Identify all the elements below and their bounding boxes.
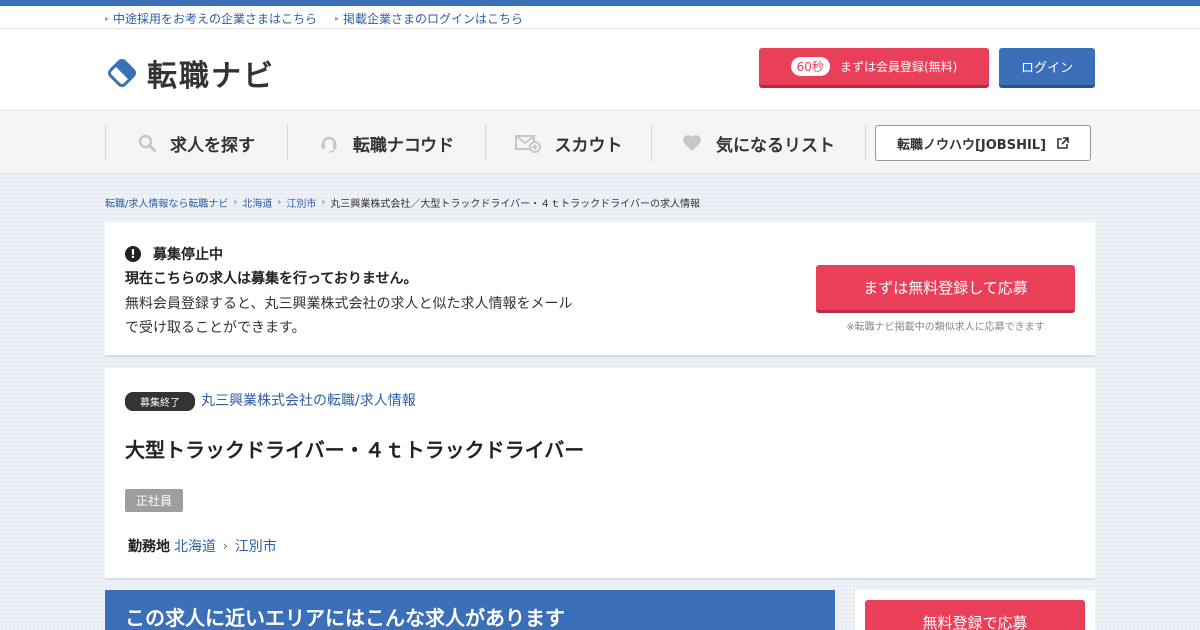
location-label: 勤務地: [128, 539, 170, 555]
external-link-icon: [1057, 136, 1069, 149]
nav-item-label: スカウト: [554, 135, 623, 156]
nav-item-label: 求人を探す: [170, 135, 255, 156]
nav-item-label: 気になるリスト: [716, 135, 835, 156]
nearby-jobs-heading: この求人に近いエリアにはこんな求人があります: [105, 590, 835, 630]
nav-item-favorites[interactable]: 気になるリスト: [651, 125, 865, 161]
location-city-link[interactable]: 江別市: [235, 536, 277, 556]
corporate-recruit-link[interactable]: ▸ 中途採用をお考えの企業さまはこちら: [105, 10, 317, 27]
sidebar-apply-label: 無料登録で応募: [922, 614, 1028, 630]
chevron-right-icon: ▸: [335, 14, 340, 23]
apply-label: まずは無料登録して応募: [863, 279, 1028, 297]
nav-item-job-search[interactable]: 求人を探す: [105, 125, 287, 161]
sidebar-register-apply-button[interactable]: 無料登録で応募: [865, 600, 1085, 630]
heart-icon: [683, 135, 701, 151]
employment-type-badge: 正社員: [125, 489, 184, 512]
login-button[interactable]: ログイン: [999, 48, 1095, 88]
breadcrumb-current: 丸三興業株式会社／大型トラックドライバー・４ｔトラックドライバーの求人情報: [330, 199, 700, 210]
chevron-right-icon: ›: [233, 197, 238, 208]
nav-item-scout[interactable]: スカウト: [485, 125, 651, 161]
chevron-right-icon: ›: [321, 197, 326, 208]
register-label: まずは会員登録(無料): [839, 60, 958, 74]
nav-divider: [865, 125, 866, 161]
logo-text: 転職ナビ: [147, 59, 275, 94]
breadcrumb-home[interactable]: 転職/求人情報なら転職ナビ: [105, 195, 228, 210]
exclamation-icon: !: [125, 246, 141, 262]
utility-bar: ▸ 中途採用をお考えの企業さまはこちら ▸ 掲載企業さまのログインはこちら: [0, 6, 1200, 29]
corporate-login-link[interactable]: ▸ 掲載企業さまのログインはこちら: [335, 10, 523, 27]
jobshil-label: 転職ノウハウ[JOBSHIL]: [896, 137, 1047, 153]
site-logo[interactable]: 転職ナビ: [105, 51, 275, 95]
nav-item-label: 転職ナコウド: [352, 135, 455, 156]
notice-body-text: 無料会員登録すると、丸三興業株式会社の求人と似た求人情報をメールで受け取ることが…: [125, 296, 573, 336]
jobshil-link-button[interactable]: 転職ノウハウ[JOBSHIL]: [875, 125, 1091, 161]
corporate-recruit-label: 中途採用をお考えの企業さまはこちら: [113, 12, 318, 26]
headset-icon: [321, 136, 337, 153]
login-label: ログイン: [1020, 61, 1073, 76]
breadcrumb: 転職/求人情報なら転職ナビ › 北海道 › 江別市 › 丸三興業株式会社／大型ト…: [105, 195, 700, 210]
breadcrumb-city[interactable]: 江別市: [286, 195, 316, 210]
chevron-right-icon: ▸: [105, 14, 110, 23]
breadcrumb-prefecture[interactable]: 北海道: [242, 195, 272, 210]
apply-note: ※転職ナビ掲載中の類似求人に応募できます: [846, 322, 1045, 333]
nav-item-nakoudo[interactable]: 転職ナコウド: [287, 125, 485, 161]
corporate-login-label: 掲載企業さまのログインはこちら: [343, 12, 524, 26]
register-badge: 60秒: [790, 57, 830, 76]
logo-mark-icon: [108, 59, 136, 87]
notice-heading-row: ! 募集停止中: [125, 244, 223, 264]
chevron-right-icon: ›: [277, 197, 282, 208]
mail-plus-icon: [514, 135, 541, 153]
global-nav: 求人を探す 転職ナコウド スカウト 気になるリスト 転職ノウハウ[JOBSHIL…: [0, 110, 1200, 174]
status-badge: 募集終了: [125, 392, 195, 411]
chevron-right-icon: ›: [223, 539, 228, 553]
search-icon: [138, 134, 156, 152]
notice-heading: 募集停止中: [153, 247, 223, 263]
company-jobs-link[interactable]: 丸三興業株式会社の転職/求人情報: [201, 390, 416, 410]
job-summary-card: 募集終了 丸三興業株式会社の転職/求人情報 大型トラックドライバー・４ｔトラック…: [105, 368, 1095, 580]
register-button[interactable]: 60秒 まずは会員登録(無料): [759, 48, 989, 88]
recruitment-stopped-notice: ! 募集停止中 現在こちらの求人は募集を行っておりません。 無料会員登録すると、…: [105, 222, 1095, 357]
work-location: 勤務地 北海道 › 江別市: [128, 536, 277, 556]
site-header: 転職ナビ 60秒 まずは会員登録(無料) ログイン: [0, 29, 1200, 110]
notice-bold-text: 現在こちらの求人は募集を行っておりません。: [125, 271, 418, 287]
job-title: 大型トラックドライバー・４ｔトラックドライバー: [125, 438, 585, 462]
location-prefecture-link[interactable]: 北海道: [174, 536, 216, 556]
free-register-apply-button[interactable]: まずは無料登録して応募: [816, 265, 1075, 313]
